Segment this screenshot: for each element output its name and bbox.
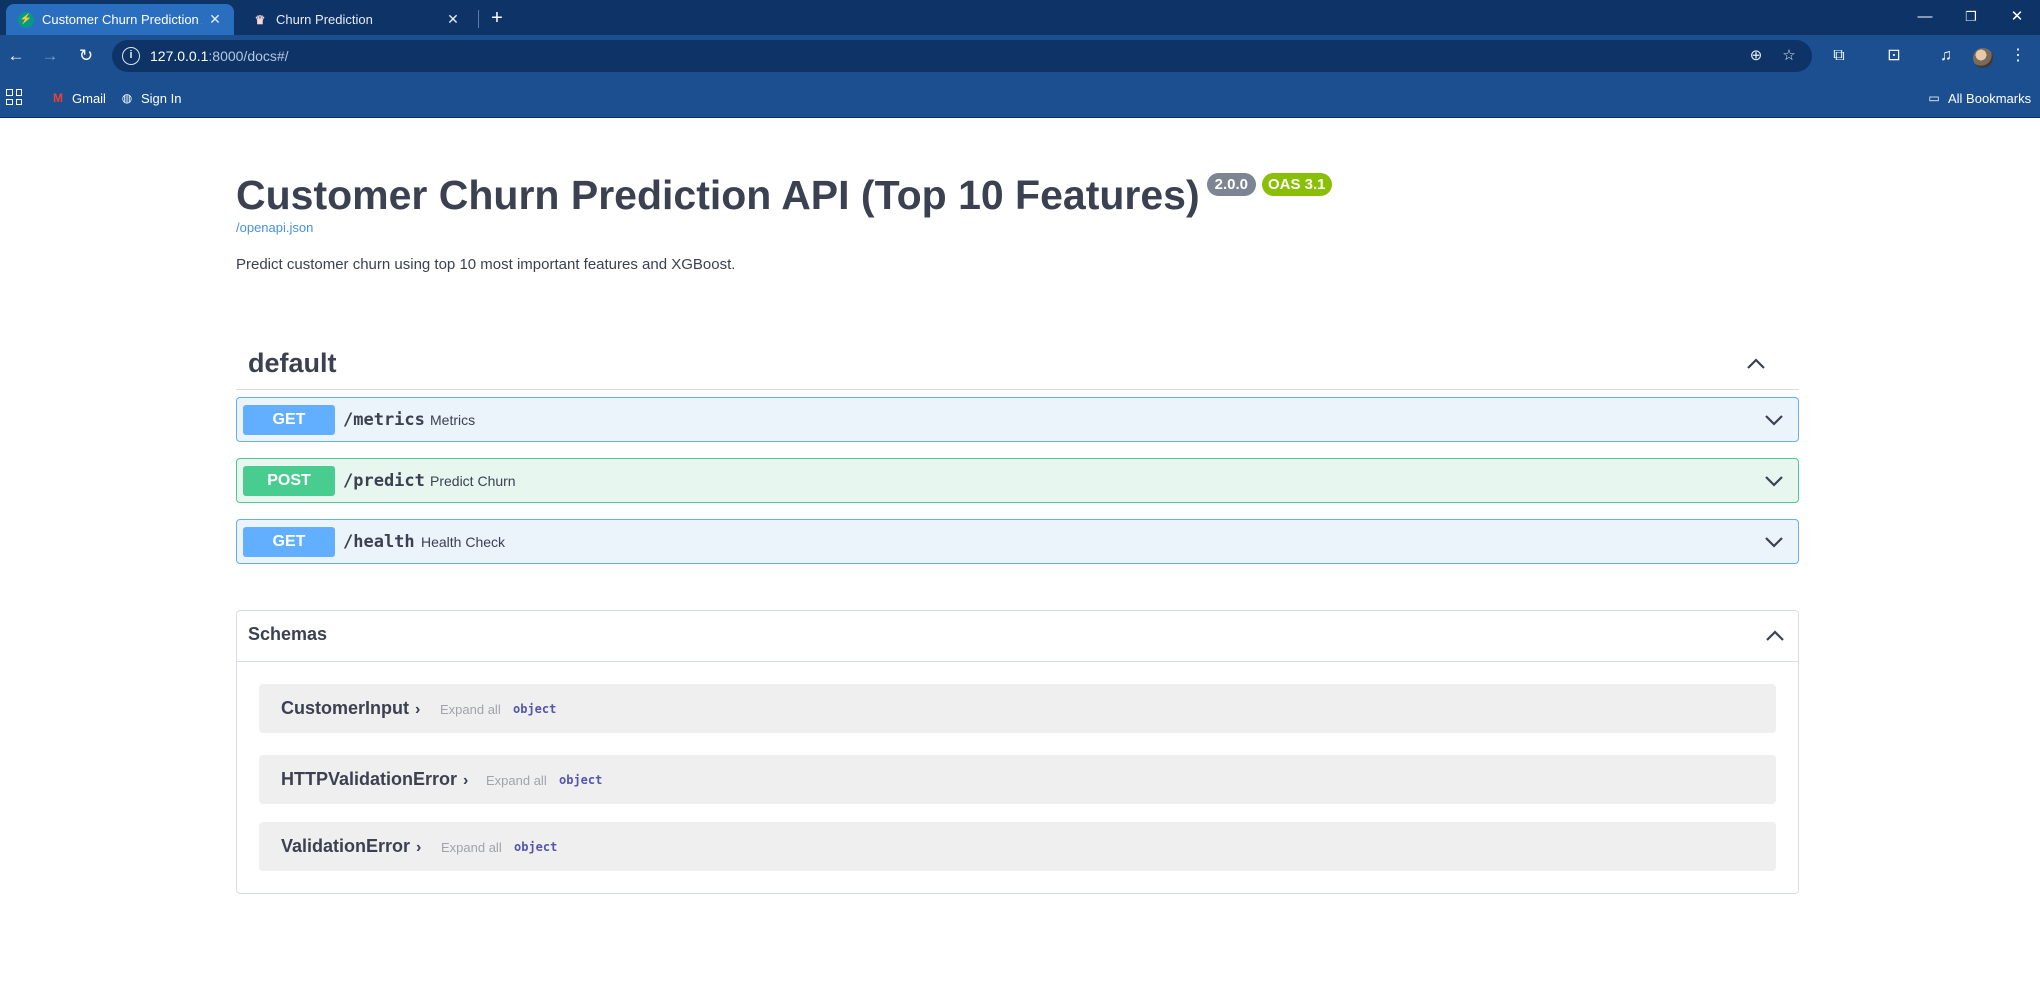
- close-icon[interactable]: ✕: [444, 11, 462, 28]
- operation-path: /health: [343, 532, 415, 552]
- chevron-right-icon: ›: [463, 772, 469, 789]
- url-text[interactable]: 127.0.0.1:8000/docs#/: [150, 48, 289, 64]
- window-close-icon[interactable]: ✕: [1994, 0, 2040, 35]
- address-bar[interactable]: i 127.0.0.1:8000/docs#/ ⊕ ☆: [112, 40, 1812, 72]
- bookmark-star-icon[interactable]: ☆: [1778, 46, 1800, 66]
- tab-divider: [478, 10, 479, 28]
- forward-icon[interactable]: →: [36, 43, 64, 69]
- folder-icon: ▭: [1928, 91, 1940, 105]
- close-icon[interactable]: ✕: [206, 11, 224, 28]
- method-badge: GET: [243, 527, 335, 557]
- restore-icon[interactable]: ❐: [1948, 0, 1994, 35]
- chevron-down-icon[interactable]: [1762, 408, 1786, 432]
- bookmark-label: Gmail: [72, 90, 106, 106]
- method-badge: GET: [243, 405, 335, 435]
- schemas-section: Schemas CustomerInput › Expand all object…: [236, 610, 1799, 894]
- apps-grid-icon[interactable]: [6, 89, 22, 105]
- new-tab-button[interactable]: +: [484, 6, 510, 30]
- tag-section-default: default GET /metrics Metrics POST /predi…: [236, 338, 1799, 564]
- api-description: Predict customer churn using top 10 most…: [236, 256, 736, 273]
- tab-churn-prediction[interactable]: ♛ Churn Prediction ✕: [240, 4, 472, 35]
- bookmark-sign-in[interactable]: ◍ Sign In: [119, 88, 182, 108]
- operation-post-predict[interactable]: POST /predict Predict Churn: [236, 458, 1799, 503]
- schemas-header[interactable]: Schemas: [237, 611, 1798, 662]
- bookmark-label: Sign In: [141, 90, 182, 106]
- model-type: object: [513, 702, 557, 716]
- zoom-icon[interactable]: ⊕: [1745, 46, 1767, 66]
- model-name-text: CustomerInput: [281, 698, 409, 718]
- operation-summary: Health Check: [421, 534, 506, 550]
- profile-avatar[interactable]: [1973, 48, 1993, 68]
- model-name-text: HTTPValidationError: [281, 769, 458, 789]
- expand-all-button[interactable]: Expand all: [440, 702, 501, 717]
- page-title: Customer Churn Prediction API (Top 10 Fe…: [236, 172, 1200, 218]
- schemas-title: Schemas: [248, 624, 328, 644]
- all-bookmarks[interactable]: ▭ All Bookmarks: [1926, 88, 2031, 108]
- model-name-text: ValidationError: [281, 836, 411, 856]
- model-customer-input[interactable]: CustomerInput › Expand all object: [259, 684, 1776, 733]
- reload-icon[interactable]: ↻: [72, 43, 100, 69]
- extensions-icon[interactable]: ⧉: [1825, 43, 1853, 69]
- tab-title: Customer Churn Prediction API: [42, 12, 202, 27]
- tab-customer-churn-api[interactable]: ⚡ Customer Churn Prediction API ✕: [6, 4, 234, 35]
- version-badge: 2.0.0: [1206, 173, 1256, 196]
- model-name[interactable]: ValidationError ›: [281, 836, 421, 857]
- model-validation-error[interactable]: ValidationError › Expand all object: [259, 822, 1776, 871]
- operation-summary: Metrics: [430, 412, 476, 428]
- back-icon[interactable]: ←: [2, 43, 30, 69]
- model-type: object: [514, 840, 558, 854]
- media-controls-icon[interactable]: ♫: [1932, 43, 1960, 69]
- expand-all-button[interactable]: Expand all: [441, 840, 502, 855]
- chevron-down-icon[interactable]: [1762, 530, 1786, 554]
- menu-icon[interactable]: ⋮: [2004, 43, 2032, 69]
- tag-name: default: [248, 348, 337, 378]
- tab-search-icon[interactable]: ⊡: [1880, 43, 1908, 69]
- openapi-json-link[interactable]: /openapi.json: [236, 220, 1799, 235]
- model-name[interactable]: CustomerInput ›: [281, 698, 420, 719]
- chevron-up-icon[interactable]: [1763, 624, 1787, 648]
- crown-icon: ♛: [254, 12, 266, 27]
- operation-get-health[interactable]: GET /health Health Check: [236, 519, 1799, 564]
- expand-all-button[interactable]: Expand all: [486, 773, 547, 788]
- site-info-icon[interactable]: i: [122, 47, 140, 65]
- url-path: :8000/docs#/: [208, 48, 289, 64]
- minimize-icon[interactable]: —: [1902, 0, 1948, 35]
- operation-path: /predict: [343, 471, 425, 491]
- tab-title: Churn Prediction: [276, 12, 373, 27]
- gmail-icon: M: [53, 91, 63, 105]
- fastapi-icon: ⚡: [18, 11, 34, 28]
- model-type: object: [559, 773, 603, 787]
- bookmark-gmail[interactable]: M Gmail: [50, 88, 106, 108]
- operation-summary: Predict Churn: [430, 473, 516, 489]
- navigation-bar: ← → ↻ i 127.0.0.1:8000/docs#/ ⊕ ☆ ⧉ ⊡ ♫ …: [0, 35, 2040, 77]
- method-badge: POST: [243, 466, 335, 496]
- model-name[interactable]: HTTPValidationError ›: [281, 769, 468, 790]
- chevron-right-icon: ›: [415, 701, 421, 718]
- tab-strip: ⚡ Customer Churn Prediction API ✕ ♛ Chur…: [0, 0, 2040, 35]
- chevron-down-icon[interactable]: [1762, 469, 1786, 493]
- operation-path: /metrics: [343, 410, 425, 430]
- chevron-up-icon[interactable]: [1744, 352, 1768, 376]
- model-http-validation-error[interactable]: HTTPValidationError › Expand all object: [259, 755, 1776, 804]
- chevron-right-icon: ›: [416, 839, 422, 856]
- tag-header[interactable]: default: [236, 338, 1799, 390]
- globe-icon: ◍: [121, 91, 133, 105]
- bookmarks-bar: M Gmail ◍ Sign In ▭ All Bookmarks: [0, 77, 2040, 118]
- all-bookmarks-label: All Bookmarks: [1948, 90, 2032, 106]
- operation-get-metrics[interactable]: GET /metrics Metrics: [236, 397, 1799, 442]
- oas-badge: OAS 3.1: [1262, 173, 1332, 196]
- url-host: 127.0.0.1: [150, 48, 209, 64]
- api-info: Customer Churn Prediction API (Top 10 Fe…: [236, 170, 1799, 273]
